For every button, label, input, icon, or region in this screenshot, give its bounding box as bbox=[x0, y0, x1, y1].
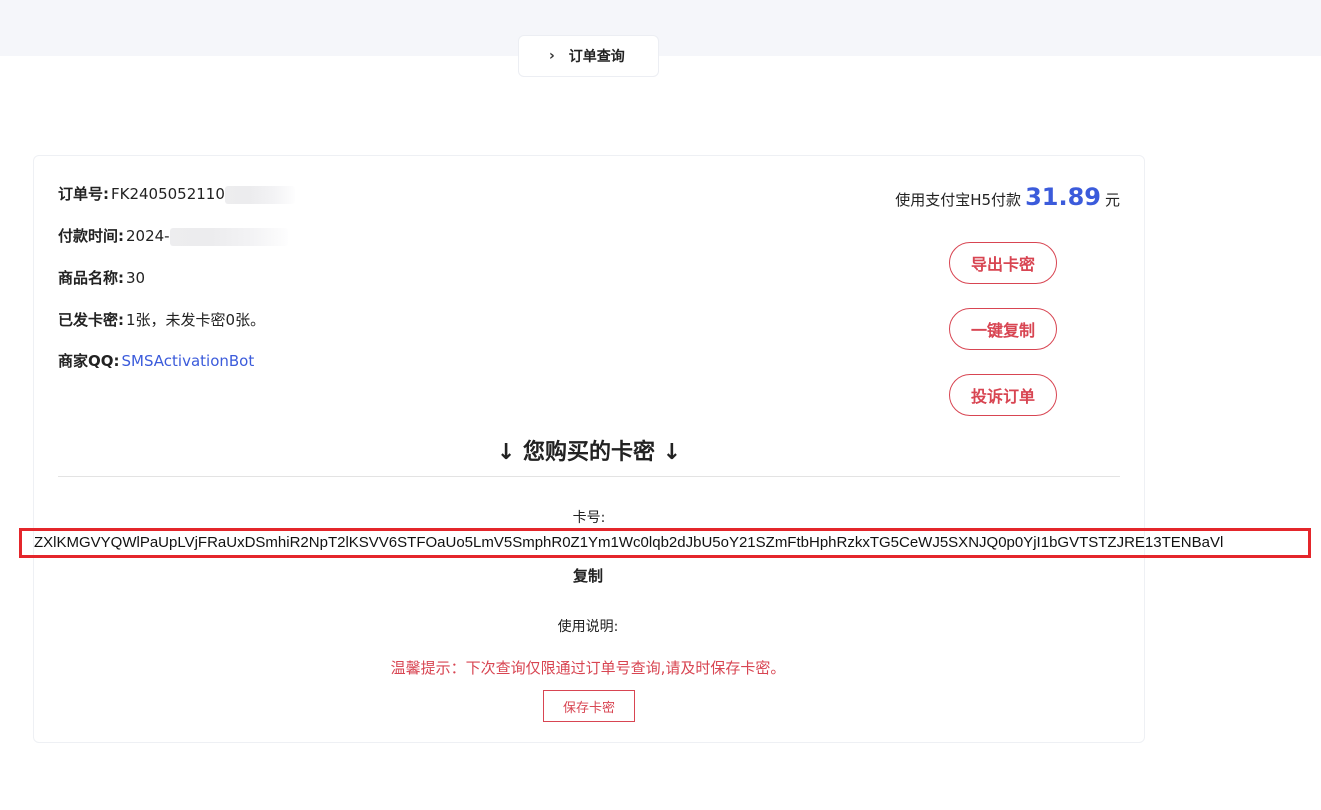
pay-time-value: 2024- bbox=[126, 227, 170, 245]
card-key-field[interactable]: ZXlKMGVYQWlPaUpLVjFRaUxDSmhiR2NpT2lKSVV6… bbox=[19, 528, 1311, 558]
redaction-mask bbox=[224, 185, 295, 204]
usage-instructions-label: 使用说明: bbox=[557, 619, 619, 635]
payment-amount: 31.89 bbox=[1025, 183, 1101, 211]
order-number-label: 订单号: bbox=[58, 185, 109, 203]
warm-tip-text: 温馨提示：下次查询仅限通过订单号查询,请及时保存卡密。 bbox=[390, 659, 786, 677]
top-bar bbox=[0, 0, 1321, 56]
chevron-right-icon: › bbox=[549, 48, 555, 64]
product-name-row: 商品名称: 30 bbox=[58, 267, 145, 288]
copy-all-button[interactable]: 一键复制 bbox=[949, 308, 1057, 350]
issued-cards-label: 已发卡密: bbox=[58, 311, 124, 329]
tab-label: 订单查询 bbox=[568, 49, 625, 65]
issued-cards-value: 1张，未发卡密0张。 bbox=[126, 311, 266, 329]
payment-method-text: 使用支付宝H5付款 bbox=[895, 191, 1022, 209]
issued-cards-row: 已发卡密: 1张，未发卡密0张。 bbox=[58, 309, 265, 330]
merchant-qq-link[interactable]: SMSActivationBot bbox=[122, 352, 255, 370]
merchant-qq-label: 商家QQ: bbox=[58, 352, 120, 370]
save-cards-button[interactable]: 保存卡密 bbox=[543, 690, 635, 722]
card-key-value: ZXlKMGVYQWlPaUpLVjFRaUxDSmhiR2NpT2lKSVV6… bbox=[34, 534, 1224, 551]
order-number-value: FK2405052110 bbox=[111, 185, 225, 203]
order-number-row: 订单号: FK2405052110 bbox=[58, 183, 295, 204]
tab-order-query[interactable]: › 订单查询 bbox=[518, 35, 659, 77]
merchant-qq-row: 商家QQ: SMSActivationBot bbox=[58, 350, 254, 371]
redaction-mask bbox=[169, 227, 288, 246]
copy-button[interactable]: 复制 bbox=[0, 565, 1176, 586]
product-name-value: 30 bbox=[126, 269, 146, 287]
pay-time-row: 付款时间: 2024- bbox=[58, 225, 288, 246]
product-name-label: 商品名称: bbox=[58, 269, 124, 287]
pay-time-label: 付款时间: bbox=[58, 227, 124, 245]
purchased-cards-heading: ↓ 您购买的卡密 ↓ bbox=[496, 440, 682, 465]
card-number-label: 卡号: bbox=[572, 510, 606, 526]
divider bbox=[58, 476, 1120, 477]
payment-unit: 元 bbox=[1104, 191, 1120, 209]
complain-order-button[interactable]: 投诉订单 bbox=[949, 374, 1057, 416]
export-cards-button[interactable]: 导出卡密 bbox=[949, 242, 1057, 284]
payment-summary: 使用支付宝H5付款 31.89 元 bbox=[895, 183, 1120, 211]
